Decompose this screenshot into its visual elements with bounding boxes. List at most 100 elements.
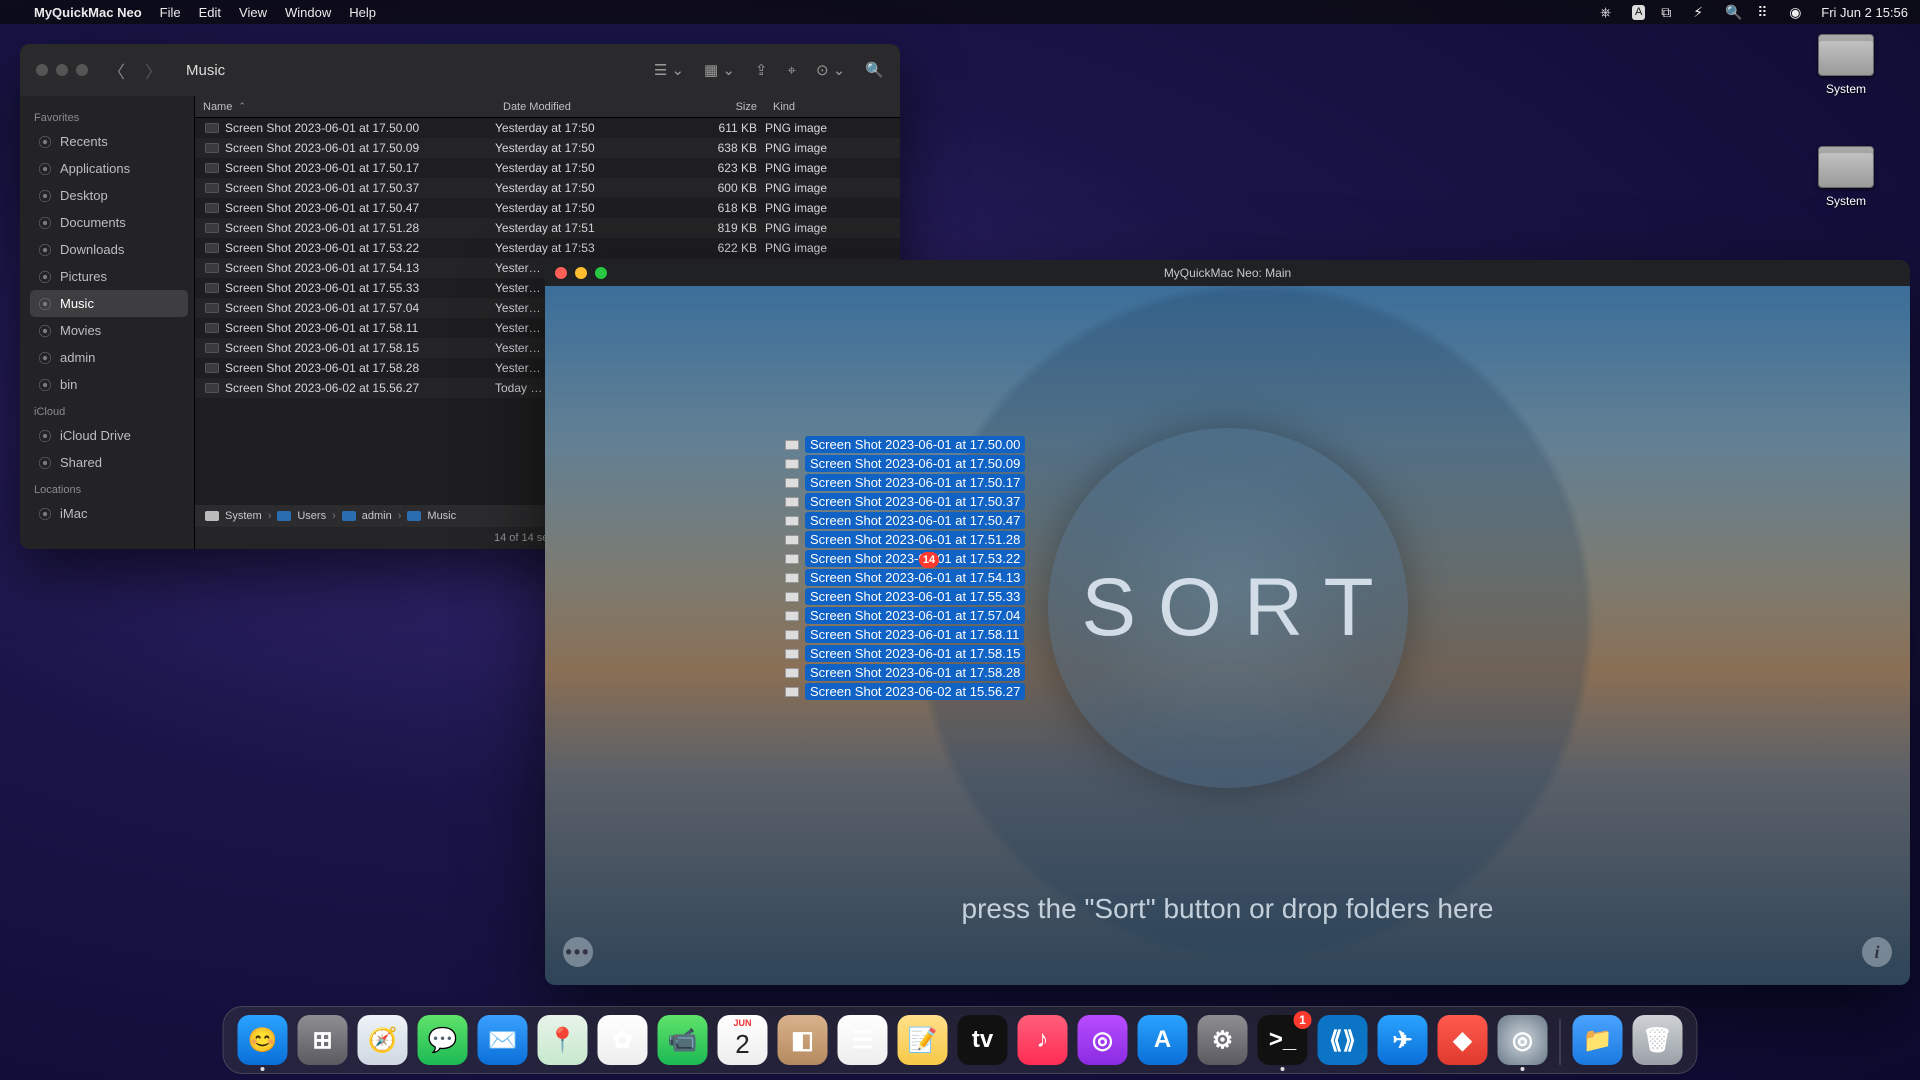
dock-app-settings[interactable]: ⚙︎: [1198, 1015, 1248, 1065]
desktop-drive[interactable]: System: [1810, 34, 1882, 96]
app-menu[interactable]: MyQuickMac Neo: [34, 5, 142, 20]
zoom-button[interactable]: [76, 64, 88, 76]
more-button[interactable]: •••: [563, 937, 593, 967]
sort-asc-icon: ⌃: [238, 101, 246, 112]
dock-app-anydesk[interactable]: ◆: [1438, 1015, 1488, 1065]
zoom-button[interactable]: [595, 267, 607, 279]
dock-app-terminal[interactable]: >_1: [1258, 1015, 1308, 1065]
spotlight-icon[interactable]: 🔍: [1725, 4, 1741, 20]
column-name[interactable]: Name⌃: [195, 101, 495, 113]
dock-app-calendar[interactable]: JUN2: [718, 1015, 768, 1065]
minimize-button[interactable]: [56, 64, 68, 76]
table-row[interactable]: Screen Shot 2023-06-01 at 17.50.09Yester…: [195, 138, 900, 158]
dock-app-finder[interactable]: 😊: [238, 1015, 288, 1065]
dock-app-maps[interactable]: 📍: [538, 1015, 588, 1065]
drag-file: Screen Shot 2023-06-01 at 17.58.15: [785, 645, 1025, 662]
dock-app-podcasts[interactable]: ◎: [1078, 1015, 1128, 1065]
sidebar-item-music[interactable]: ⦿Music: [30, 290, 188, 317]
file-icon: [785, 554, 799, 564]
drop-area[interactable]: SORT press the "Sort" button or drop fol…: [545, 286, 1910, 985]
column-date[interactable]: Date Modified: [495, 101, 670, 113]
menu-window[interactable]: Window: [285, 5, 331, 20]
dock-app-telegram[interactable]: ✈︎: [1378, 1015, 1428, 1065]
battery-icon[interactable]: ⚡︎: [1693, 4, 1709, 20]
path-segment[interactable]: Music: [427, 510, 456, 522]
table-row[interactable]: Screen Shot 2023-06-01 at 17.51.28Yester…: [195, 218, 900, 238]
dock-app-appstore[interactable]: A: [1138, 1015, 1188, 1065]
sidebar-item-pictures[interactable]: ⦿Pictures: [30, 263, 188, 290]
menu-file[interactable]: File: [160, 5, 181, 20]
column-size[interactable]: Size: [670, 101, 765, 113]
sidebar-item-icloud-drive[interactable]: ⦿iCloud Drive: [30, 422, 188, 449]
info-button[interactable]: i: [1862, 937, 1892, 967]
dock-app-notes[interactable]: 📝: [898, 1015, 948, 1065]
table-row[interactable]: Screen Shot 2023-06-01 at 17.53.22Yester…: [195, 238, 900, 258]
dock-app-trash[interactable]: 🗑: [1633, 1015, 1683, 1065]
path-segment[interactable]: admin: [362, 510, 392, 522]
sidebar-item-bin[interactable]: ⦿bin: [30, 371, 188, 398]
menubar-clock[interactable]: Fri Jun 2 15:56: [1821, 5, 1908, 20]
stage-manager-icon[interactable]: ⧉: [1661, 4, 1677, 20]
siri-icon[interactable]: ◉: [1789, 4, 1805, 20]
dock-app-mail[interactable]: ✉️: [478, 1015, 528, 1065]
sidebar-item-applications[interactable]: ⦿Applications: [30, 155, 188, 182]
close-button[interactable]: [555, 267, 567, 279]
drag-file-name: Screen Shot 2023-06-01 at 17.58.28: [805, 664, 1025, 681]
menu-help[interactable]: Help: [349, 5, 376, 20]
table-row[interactable]: Screen Shot 2023-06-01 at 17.50.47Yester…: [195, 198, 900, 218]
column-kind[interactable]: Kind: [765, 101, 900, 113]
dock-app-messages[interactable]: 💬: [418, 1015, 468, 1065]
dock-app-vscode[interactable]: ⟪⟫: [1318, 1015, 1368, 1065]
path-segment[interactable]: System: [225, 510, 262, 522]
file-size: 622 KB: [670, 241, 765, 255]
desktop-drive[interactable]: System: [1810, 146, 1882, 208]
dock-app-contacts[interactable]: ◧: [778, 1015, 828, 1065]
downloads-icon: 📁: [1583, 1026, 1613, 1055]
sidebar-item-shared[interactable]: ⦿Shared: [30, 449, 188, 476]
sidebar-item-desktop[interactable]: ⦿Desktop: [30, 182, 188, 209]
sidebar-item-downloads[interactable]: ⦿Downloads: [30, 236, 188, 263]
table-row[interactable]: Screen Shot 2023-06-01 at 17.50.00Yester…: [195, 118, 900, 138]
input-source-icon[interactable]: A: [1632, 5, 1645, 20]
photos-icon: ✿: [612, 1026, 632, 1055]
menu-view[interactable]: View: [239, 5, 267, 20]
close-button[interactable]: [36, 64, 48, 76]
table-row[interactable]: Screen Shot 2023-06-01 at 17.50.37Yester…: [195, 178, 900, 198]
file-size: 638 KB: [670, 141, 765, 155]
view-mode-button[interactable]: ☰ ⌄: [654, 61, 684, 79]
group-button[interactable]: ▦ ⌄: [704, 61, 735, 79]
dock-app-music[interactable]: ♪: [1018, 1015, 1068, 1065]
sidebar-item-movies[interactable]: ⦿Movies: [30, 317, 188, 344]
tags-button[interactable]: ⌖: [788, 62, 796, 79]
sidebar-item-documents[interactable]: ⦿Documents: [30, 209, 188, 236]
sort-button[interactable]: SORT: [1048, 428, 1408, 788]
dock-app-safari[interactable]: 🧭: [358, 1015, 408, 1065]
path-segment[interactable]: Users: [297, 510, 326, 522]
sidebar-item-admin[interactable]: ⦿admin: [30, 344, 188, 371]
dock-app-launchpad[interactable]: ⊞: [298, 1015, 348, 1065]
file-icon: [205, 383, 219, 393]
menu-extra-icon[interactable]: ⎈: [1600, 4, 1616, 20]
drag-file: Screen Shot 2023-06-01 at 17.58.11: [785, 626, 1025, 643]
file-size: 611 KB: [670, 121, 765, 135]
dock-app-downloads[interactable]: 📁: [1573, 1015, 1623, 1065]
sidebar-item-recents[interactable]: ⦿Recents: [30, 128, 188, 155]
share-button[interactable]: ⇪: [755, 61, 768, 79]
forward-button[interactable]: 〉: [145, 58, 162, 83]
dock-app-photos[interactable]: ✿: [598, 1015, 648, 1065]
sidebar-item-imac[interactable]: ⦿iMac: [30, 500, 188, 527]
table-row[interactable]: Screen Shot 2023-06-01 at 17.50.17Yester…: [195, 158, 900, 178]
drag-file: Screen Shot 2023-06-02 at 15.56.27: [785, 683, 1025, 700]
drag-file: Screen Shot 2023-06-01 at 17.57.04: [785, 607, 1025, 624]
search-button[interactable]: 🔍: [865, 61, 884, 79]
control-center-icon[interactable]: ⠿: [1757, 4, 1773, 20]
back-button[interactable]: 〈: [108, 58, 125, 83]
dock-app-facetime[interactable]: 📹: [658, 1015, 708, 1065]
file-name: Screen Shot 2023-06-01 at 17.50.47: [225, 201, 419, 215]
minimize-button[interactable]: [575, 267, 587, 279]
actions-button[interactable]: ⊙ ⌄: [816, 61, 845, 79]
dock-app-myquickmac[interactable]: ◎: [1498, 1015, 1548, 1065]
dock-app-reminders[interactable]: ☰: [838, 1015, 888, 1065]
dock-app-tv[interactable]: tv: [958, 1015, 1008, 1065]
menu-edit[interactable]: Edit: [199, 5, 221, 20]
